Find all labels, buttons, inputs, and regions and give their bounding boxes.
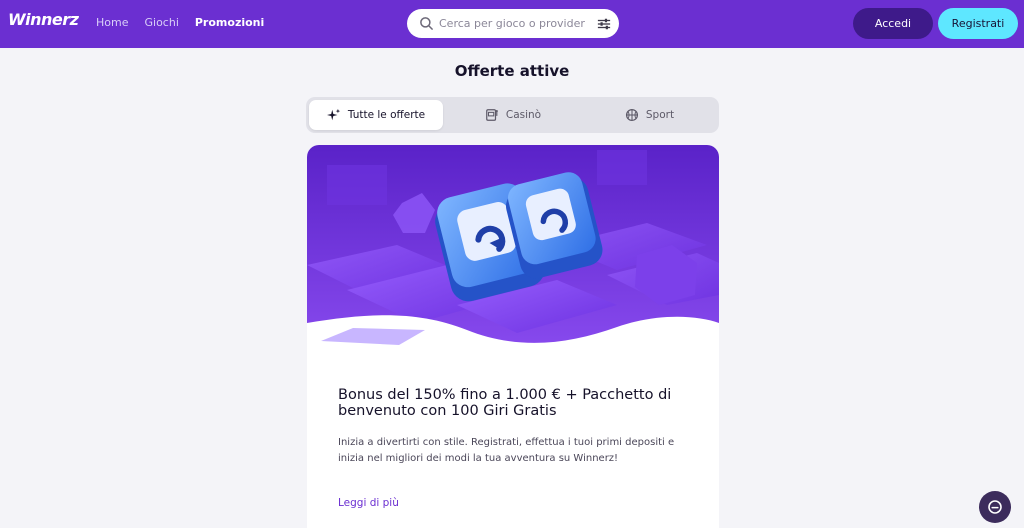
promo-description: Inizia a divertirti con stile. Registrat… xyxy=(338,437,675,464)
top-navigation-bar: Winnerz Home Giochi Promozioni Accedi Re… xyxy=(0,0,1024,48)
nav-link-home[interactable]: Home xyxy=(96,16,128,29)
ball-icon xyxy=(625,108,638,122)
nav-link-giochi[interactable]: Giochi xyxy=(144,16,178,29)
tab-label: Tutte le offerte xyxy=(347,109,426,121)
login-button[interactable]: Accedi xyxy=(853,8,933,39)
sparkles-icon xyxy=(326,108,340,121)
slot-machine-icon xyxy=(486,109,498,121)
tab-label: Sport xyxy=(645,109,675,121)
search-icon xyxy=(420,17,433,30)
search-input[interactable] xyxy=(439,9,589,38)
page-title: Offerte attive xyxy=(454,62,570,80)
offer-category-tabs: Tutte le offerte Casinò Sport xyxy=(306,97,719,133)
register-button[interactable]: Registrati xyxy=(938,8,1018,39)
read-more-link[interactable]: Leggi di più xyxy=(338,497,399,509)
tab-sport[interactable]: Sport xyxy=(583,100,716,130)
tab-all-offers[interactable]: Tutte le offerte xyxy=(309,100,443,130)
tab-casino[interactable]: Casinò xyxy=(446,100,580,130)
tab-label: Casinò xyxy=(505,109,542,121)
search-bar xyxy=(407,9,619,38)
chat-icon xyxy=(988,500,1002,514)
nav-link-promozioni[interactable]: Promozioni xyxy=(195,16,264,29)
logo-text: Winnerz xyxy=(8,10,79,29)
winnerz-logo[interactable]: Winnerz xyxy=(8,10,79,29)
chat-support-button[interactable] xyxy=(979,491,1011,523)
promo-title: Bonus del 150% fino a 1.000 € + Pacchett… xyxy=(338,387,672,419)
main-nav: Home Giochi Promozioni xyxy=(96,16,264,29)
promo-banner-image xyxy=(307,145,719,360)
filter-sliders-icon[interactable] xyxy=(597,17,611,31)
promo-card[interactable]: Bonus del 150% fino a 1.000 € + Pacchett… xyxy=(307,145,719,528)
